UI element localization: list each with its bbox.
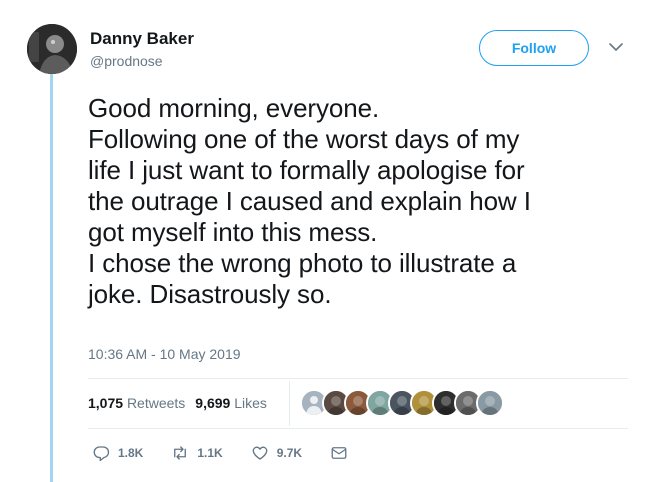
tweet-line: the outrage I caused and explain how I xyxy=(88,186,531,216)
avatar-photo-icon xyxy=(27,24,77,74)
tweet-line: life I just want to formally apologise f… xyxy=(88,155,525,185)
divider xyxy=(88,428,628,429)
follow-button[interactable]: Follow xyxy=(479,30,589,66)
reply-button[interactable]: 1.8K xyxy=(92,444,143,462)
tweet-line: Following one of the worst days of my xyxy=(88,124,520,154)
tweet-timestamp[interactable]: 10:36 AM - 10 May 2019 xyxy=(88,346,241,362)
direct-message-button[interactable] xyxy=(330,444,348,462)
heart-icon xyxy=(252,446,268,460)
chevron-down-icon[interactable] xyxy=(607,38,625,56)
likers-avatars xyxy=(300,389,504,417)
author-handle[interactable]: @prodnose xyxy=(90,53,163,69)
tweet-line: joke. Disastrously so. xyxy=(88,279,332,309)
engagement-stats: 1,075 Retweets 9,699 Likes xyxy=(88,395,267,411)
avatar[interactable] xyxy=(27,24,77,74)
divider xyxy=(88,378,628,379)
tweet-line: Good morning, everyone. xyxy=(88,93,380,123)
avatar-car-icon[interactable] xyxy=(476,389,504,417)
like-button[interactable]: 9.7K xyxy=(251,444,302,462)
tweet-line: I chose the wrong photo to illustrate a xyxy=(88,248,517,278)
reply-icon xyxy=(93,446,110,462)
tweet-actions: 1.8K 1.1K 9.7K xyxy=(92,444,376,462)
stats-separator xyxy=(289,381,290,426)
like-count: 9.7K xyxy=(276,446,303,460)
retweets-stat[interactable]: 1,075 Retweets xyxy=(88,395,185,411)
likes-stat[interactable]: 9,699 Likes xyxy=(195,395,267,411)
retweet-button[interactable]: 1.1K xyxy=(171,444,223,462)
retweets-count: 1,075 xyxy=(88,395,124,411)
reply-count: 1.8K xyxy=(118,446,144,460)
tweet-text: Good morning, everyone. Following one of… xyxy=(88,93,633,310)
likes-label: Likes xyxy=(234,395,267,411)
retweet-icon xyxy=(174,446,187,460)
envelope-icon xyxy=(331,447,347,459)
thread-line xyxy=(50,72,53,482)
tweet-line: got myself into this mess. xyxy=(88,217,378,247)
likes-count: 9,699 xyxy=(195,395,231,411)
retweet-count: 1.1K xyxy=(197,446,223,460)
retweets-label: Retweets xyxy=(126,395,186,411)
author-name[interactable]: Danny Baker xyxy=(90,29,194,49)
